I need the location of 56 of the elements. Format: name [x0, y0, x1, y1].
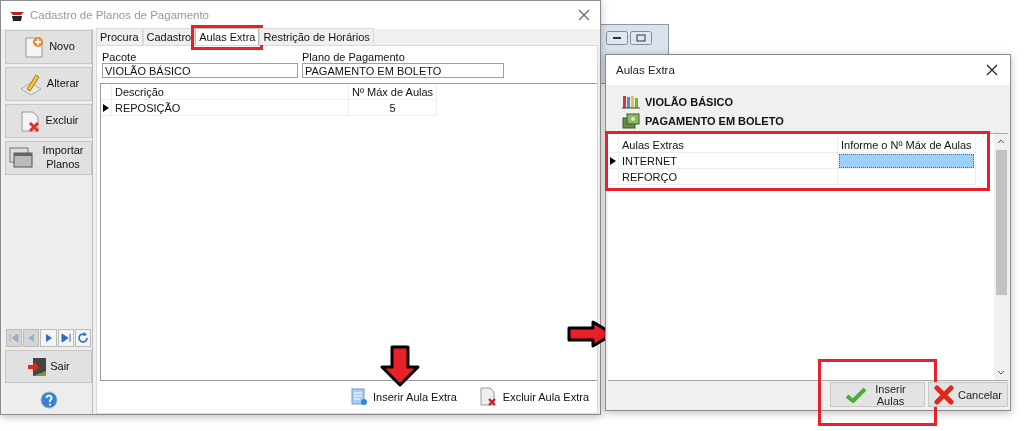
scroll-down-icon	[997, 370, 1005, 376]
next-icon	[43, 333, 54, 343]
navigation-button[interactable]	[74, 329, 91, 347]
heading-text: VIOLÃO BÁSICO	[645, 96, 733, 108]
link-button[interactable]: Excluir Aula Extra	[478, 387, 589, 407]
scroll-thumb[interactable]	[995, 150, 1007, 295]
check-icon	[844, 386, 867, 403]
tab[interactable]: Aulas Extra	[195, 28, 260, 45]
exit-button[interactable]: Sair	[5, 350, 92, 383]
close-icon	[986, 64, 998, 76]
column-header: Descrição	[111, 84, 349, 100]
column-header: Nº Máx de Aulas	[348, 84, 437, 100]
column-header: Aulas Extras	[618, 137, 838, 153]
toolbar-button[interactable]: Importar Planos	[5, 141, 92, 175]
minimize-icon	[606, 31, 628, 45]
skip-last-icon	[60, 333, 71, 343]
table-cell: REPOSIÇÃO	[111, 99, 349, 116]
cancel-button[interactable]: Cancelar	[928, 382, 1008, 407]
maximize-icon	[630, 31, 652, 45]
navigation-button[interactable]	[57, 329, 74, 347]
document-cross-icon	[478, 387, 497, 407]
document-icon	[351, 388, 368, 406]
cross-icon	[934, 384, 954, 405]
tab[interactable]: Restrição de Horários	[259, 28, 374, 45]
stacked-windows-icon	[8, 146, 34, 170]
toolbar-button[interactable]: Novo	[5, 30, 92, 64]
link-button[interactable]: Inserir Aula Extra	[351, 388, 457, 406]
exit-door-icon	[27, 356, 48, 377]
dialog-title: Aulas Extra	[616, 64, 676, 76]
scrollbar[interactable]	[994, 134, 1008, 380]
table-cell: INTERNET	[618, 152, 838, 169]
scroll-up-icon	[997, 138, 1005, 144]
field-label: Plano de Pagamento	[302, 51, 406, 63]
help-icon	[39, 391, 58, 409]
banknotes-icon	[622, 113, 640, 129]
previous-icon	[26, 333, 37, 343]
books-icon	[622, 95, 640, 109]
skip-first-icon	[9, 333, 20, 343]
field-label: Pacote	[102, 51, 138, 63]
cell-editor-field[interactable]	[839, 153, 974, 168]
window-title: Cadastro de Planos de Pagamento	[30, 9, 210, 21]
table-cell: REFORÇO	[618, 168, 838, 185]
row-pointer-icon	[610, 156, 616, 165]
table-cell: 5	[348, 99, 437, 116]
toolbar-button[interactable]: Alterar	[5, 67, 92, 101]
column-header: Informe o Nº Máx de Aulas	[837, 137, 976, 153]
tab[interactable]: Procura	[96, 28, 143, 45]
navigation-button[interactable]	[40, 329, 57, 347]
close-icon	[578, 9, 590, 21]
refresh-icon	[76, 332, 89, 344]
tab[interactable]: Cadastro	[142, 28, 196, 45]
text-field[interactable]: VIOLÃO BÁSICO	[102, 63, 298, 78]
text-field[interactable]: PAGAMENTO EM BOLETO	[302, 63, 504, 78]
toolbar-button[interactable]: Excluir	[5, 104, 92, 138]
confirm-button[interactable]: Inserir Aulas	[830, 382, 925, 407]
heading-text: PAGAMENTO EM BOLETO	[645, 115, 784, 127]
